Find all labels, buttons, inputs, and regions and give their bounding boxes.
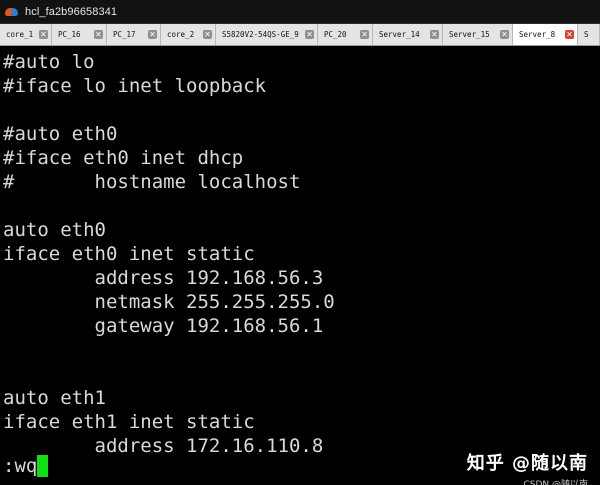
window-title: hcl_fa2b96658341 xyxy=(25,5,118,18)
close-icon[interactable]: ✕ xyxy=(305,30,314,39)
tab-label: PC_20 xyxy=(324,30,347,39)
title-bar[interactable]: hcl_fa2b96658341 xyxy=(0,0,600,24)
tab-label: Server_14 xyxy=(379,30,420,39)
terminal-line: #iface eth0 inet dhcp xyxy=(3,147,244,169)
tab-core-1[interactable]: core_1 ✕ xyxy=(0,24,52,45)
terminal-output[interactable]: #auto lo #iface lo inet loopback #auto e… xyxy=(0,46,600,485)
terminal-line: #iface lo inet loopback xyxy=(3,75,267,97)
close-icon[interactable]: ✕ xyxy=(203,30,212,39)
tab-pc-16[interactable]: PC_16 ✕ xyxy=(52,24,107,45)
command-line[interactable]: :wq xyxy=(3,454,49,478)
command-input[interactable]: :wq xyxy=(3,454,37,478)
tab-label: core_1 xyxy=(6,30,34,39)
terminal-line: address 192.168.56.3 xyxy=(3,267,324,289)
text-cursor xyxy=(37,455,49,477)
tab-label: PC_16 xyxy=(58,30,81,39)
tab-partial[interactable]: S xyxy=(578,24,600,45)
terminal-line: auto eth1 xyxy=(3,387,106,409)
terminal-line: #auto lo xyxy=(3,51,95,73)
tab-s5820v2[interactable]: S5820V2-54QS-GE_9 ✕ xyxy=(216,24,318,45)
watermark-zhihu: 知乎 @随以南 xyxy=(466,453,588,474)
tab-label: S5820V2-54QS-GE_9 xyxy=(222,30,299,39)
terminal-window: hcl_fa2b96658341 core_1 ✕ PC_16 ✕ PC_17 … xyxy=(0,0,600,485)
tab-label: core_2 xyxy=(167,30,195,39)
terminal-line: iface eth0 inet static xyxy=(3,243,255,265)
terminal-line: auto eth0 xyxy=(3,219,106,241)
tab-label: Server_15 xyxy=(449,30,490,39)
watermark: 知乎 @随以南 CSDN @随以南 xyxy=(467,449,588,485)
terminal-line: iface eth1 inet static xyxy=(3,411,255,433)
close-icon[interactable]: ✕ xyxy=(148,30,157,39)
terminal-line: # hostname localhost xyxy=(3,171,301,193)
close-icon[interactable]: ✕ xyxy=(39,30,48,39)
tab-label: PC_17 xyxy=(113,30,136,39)
close-icon[interactable]: ✕ xyxy=(360,30,369,39)
close-icon[interactable]: ✕ xyxy=(94,30,103,39)
terminal-line: gateway 192.168.56.1 xyxy=(3,315,324,337)
tab-label: S xyxy=(584,30,589,39)
close-icon[interactable]: ✕ xyxy=(500,30,509,39)
tab-server-14[interactable]: Server_14 ✕ xyxy=(373,24,443,45)
cloud-logo-icon xyxy=(4,6,20,18)
tab-pc-17[interactable]: PC_17 ✕ xyxy=(107,24,161,45)
tab-label: Server_8 xyxy=(519,30,556,39)
terminal-line: netmask 255.255.255.0 xyxy=(3,291,335,313)
close-icon[interactable]: ✕ xyxy=(430,30,439,39)
tab-pc-20[interactable]: PC_20 ✕ xyxy=(318,24,373,45)
tab-server-8[interactable]: Server_8 ✕ xyxy=(513,24,578,45)
tab-core-2[interactable]: core_2 ✕ xyxy=(161,24,216,45)
close-icon[interactable]: ✕ xyxy=(565,30,574,39)
tab-bar: core_1 ✕ PC_16 ✕ PC_17 ✕ core_2 ✕ S5820V… xyxy=(0,24,600,46)
terminal-line: #auto eth0 xyxy=(3,123,118,145)
terminal-line: address 172.16.110.8 xyxy=(3,435,324,457)
watermark-csdn: CSDN @随以南 xyxy=(523,480,588,485)
tab-server-15[interactable]: Server_15 ✕ xyxy=(443,24,513,45)
